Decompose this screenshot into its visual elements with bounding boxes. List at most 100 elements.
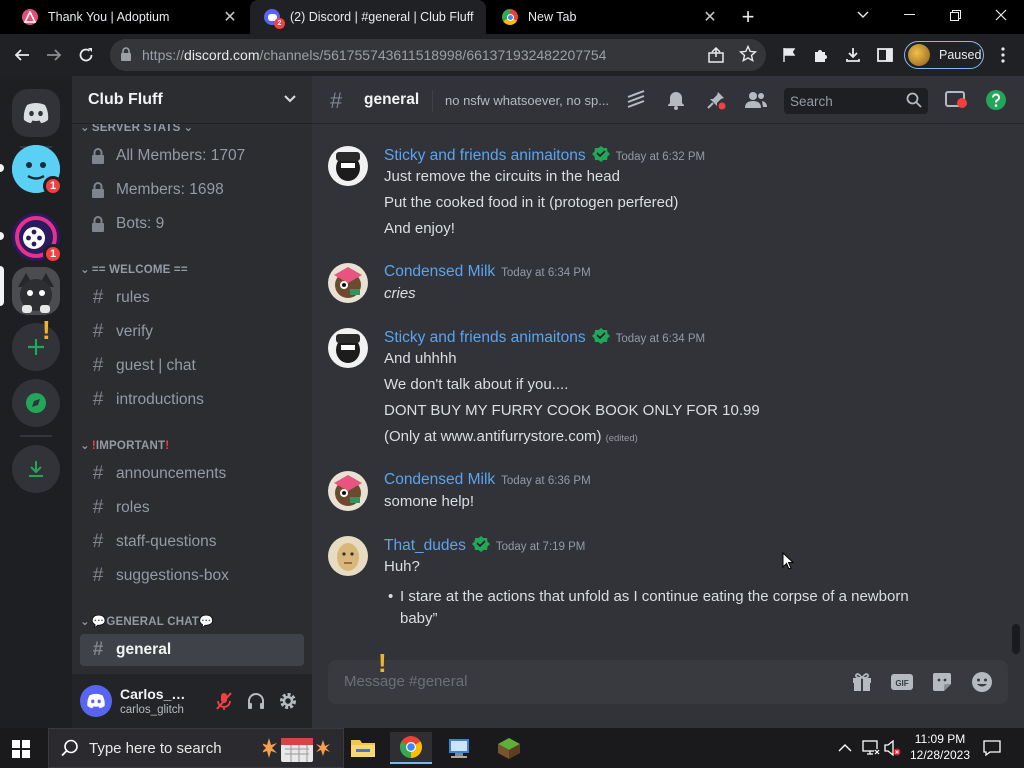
mute-microphone-icon[interactable]	[212, 689, 236, 713]
author-avatar[interactable]	[328, 536, 368, 576]
channel-verify[interactable]: # verify	[80, 316, 304, 348]
inbox-icon[interactable]	[944, 88, 968, 112]
profile-label: Paused	[939, 48, 982, 62]
user-settings-gear-icon[interactable]	[276, 689, 300, 713]
server-name: Club Fluff	[88, 90, 163, 108]
calendar-highlight-icon[interactable]	[261, 734, 331, 768]
volume-muted-icon[interactable]	[884, 739, 902, 761]
stat-channel-bots[interactable]: Bots: 9	[80, 208, 304, 240]
back-arrow-icon[interactable]	[11, 44, 33, 66]
tab-title: New Tab	[528, 10, 577, 24]
author-avatar[interactable]	[328, 328, 368, 368]
tab-discord[interactable]: 2 (2) Discord | #general | Club Fluff	[250, 0, 486, 34]
server-header[interactable]: Club Fluff	[72, 76, 312, 124]
emoji-icon[interactable]	[970, 670, 994, 694]
channel-general[interactable]: # general	[80, 634, 304, 666]
headphones-icon[interactable]	[244, 689, 268, 713]
add-server-icon[interactable]: !	[12, 315, 60, 371]
channel-announcements[interactable]: # announcements	[80, 458, 304, 490]
message-composer[interactable]: Message #general ! GIF	[328, 648, 1008, 704]
computer-app-icon[interactable]	[438, 732, 480, 764]
user-avatar[interactable]	[80, 685, 112, 717]
chevron-down-icon[interactable]	[284, 90, 296, 106]
file-explorer-icon[interactable]	[342, 732, 384, 764]
discord-home-icon[interactable]	[12, 89, 60, 137]
close-tab-icon[interactable]: ✕	[698, 5, 722, 29]
channel-header: # general no nsfw whatsoever, no sp... S…	[312, 76, 1024, 124]
clock-time: 11:09 PM	[914, 732, 966, 746]
channel-staff-questions[interactable]: # staff-questions	[80, 526, 304, 558]
forward-arrow-icon[interactable]	[43, 44, 65, 66]
notification-bell-icon[interactable]	[664, 88, 688, 112]
member-list-icon[interactable]	[744, 88, 768, 112]
sticker-icon[interactable]	[930, 670, 954, 694]
chrome-menu-icon[interactable]	[992, 44, 1014, 66]
threads-icon[interactable]	[624, 88, 648, 112]
author-name[interactable]: That_dudes	[384, 537, 466, 554]
server-blue-avatar-icon[interactable]: 1	[12, 145, 63, 196]
category-welcome[interactable]: ⌄ == WELCOME ==	[80, 262, 188, 276]
author-avatar[interactable]	[328, 263, 368, 303]
bookmark-star-icon[interactable]	[738, 44, 758, 68]
gif-icon[interactable]: GIF	[890, 670, 914, 694]
download-icon[interactable]	[842, 44, 864, 66]
lock-icon[interactable]	[120, 47, 132, 66]
author-name[interactable]: Sticky and friends animaitons	[384, 329, 586, 346]
flag-icon[interactable]	[778, 44, 800, 66]
category-important[interactable]: ⌄ !IMPORTANT!	[80, 438, 169, 452]
author-name[interactable]: Condensed Milk	[384, 263, 495, 280]
author-name[interactable]: Sticky and friends animaitons	[384, 147, 586, 164]
taskbar-search-box[interactable]: Type here to search	[48, 728, 344, 768]
close-tab-icon[interactable]: ✕	[218, 5, 242, 29]
tab-search-chevron-icon[interactable]	[840, 0, 886, 30]
channel-roles[interactable]: # roles	[80, 492, 304, 524]
reload-icon[interactable]	[75, 44, 97, 66]
explore-compass-icon[interactable]	[12, 379, 60, 427]
channel-introductions[interactable]: # introductions	[80, 384, 304, 416]
download-apps-icon[interactable]	[12, 445, 60, 493]
channel-topic[interactable]: no nsfw whatsoever, no sp...	[445, 93, 620, 108]
windows-start-icon[interactable]	[12, 740, 30, 763]
stat-channel-members[interactable]: Members: 1698	[80, 174, 304, 206]
tab-adoptium[interactable]: Thank You | Adoptium ✕	[8, 0, 248, 34]
extensions-puzzle-icon[interactable]	[810, 44, 832, 66]
channel-guest-chat[interactable]: # guest | chat	[80, 350, 304, 382]
stat-channel-all-members[interactable]: All Members: 1707	[80, 140, 304, 172]
minecraft-grass-block-icon[interactable]	[488, 732, 530, 764]
category-general-chat[interactable]: ⌄ 💬GENERAL CHAT💬	[80, 614, 214, 628]
minimize-window-icon[interactable]	[886, 0, 932, 30]
tab-new-tab[interactable]: New Tab ✕	[488, 0, 728, 34]
username[interactable]: Carlos_Gli...	[120, 686, 196, 702]
restore-window-icon[interactable]	[932, 0, 978, 30]
server-film-reel-icon[interactable]: 1	[12, 213, 63, 264]
channel-rules[interactable]: # rules	[80, 282, 304, 314]
lock-icon	[88, 214, 108, 234]
hashtag-icon: #	[92, 497, 104, 518]
unread-badge: 1	[43, 244, 63, 264]
lock-icon	[88, 180, 108, 200]
chrome-taskbar-icon[interactable]	[390, 732, 432, 764]
gift-icon[interactable]	[850, 670, 874, 694]
author-avatar[interactable]	[328, 146, 368, 186]
scrollbar-thumb[interactable]	[1012, 624, 1020, 654]
url-text[interactable]: https://discord.com/channels/56175574361…	[142, 47, 606, 63]
show-hidden-icons-chevron-icon[interactable]	[838, 740, 852, 758]
system-clock[interactable]: 11:09 PM 12/28/2023	[904, 731, 976, 763]
unread-badge: 1	[43, 176, 63, 196]
tab-title: (2) Discord | #general | Club Fluff	[290, 10, 474, 24]
side-panel-icon[interactable]	[874, 44, 896, 66]
profile-paused-button[interactable]: Paused	[904, 41, 984, 69]
channel-suggestions-box[interactable]: # suggestions-box	[80, 560, 304, 592]
close-window-icon[interactable]	[978, 0, 1024, 30]
author-avatar[interactable]	[328, 471, 368, 511]
author-name[interactable]: Condensed Milk	[384, 471, 495, 488]
pinned-messages-icon[interactable]	[704, 88, 728, 112]
address-bar[interactable]: https://discord.com/channels/56175574361…	[110, 39, 766, 71]
network-icon[interactable]	[862, 740, 880, 761]
server-club-fluff-icon[interactable]	[12, 267, 60, 315]
notification-center-icon[interactable]	[982, 739, 1002, 762]
search-input[interactable]: Search	[784, 88, 928, 114]
help-icon[interactable]	[984, 88, 1008, 112]
new-tab-button[interactable]: +	[736, 4, 760, 29]
share-icon[interactable]	[707, 46, 725, 69]
